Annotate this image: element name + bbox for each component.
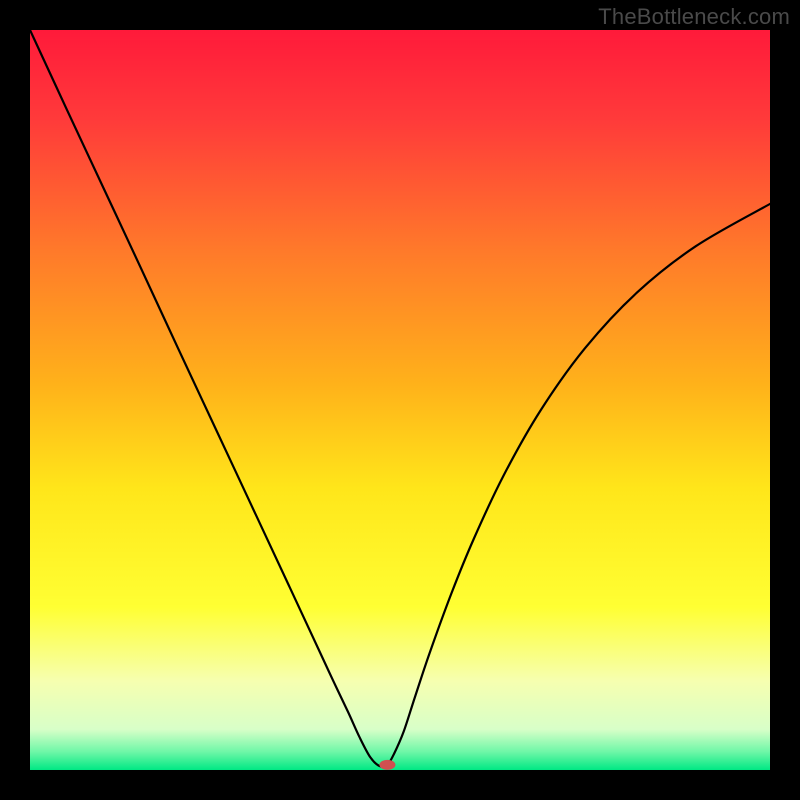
bottleneck-chart (30, 30, 770, 770)
current-config-marker (379, 760, 395, 770)
plot-area (30, 30, 770, 770)
gradient-background (30, 30, 770, 770)
chart-frame: TheBottleneck.com (0, 0, 800, 800)
watermark-text: TheBottleneck.com (598, 4, 790, 30)
